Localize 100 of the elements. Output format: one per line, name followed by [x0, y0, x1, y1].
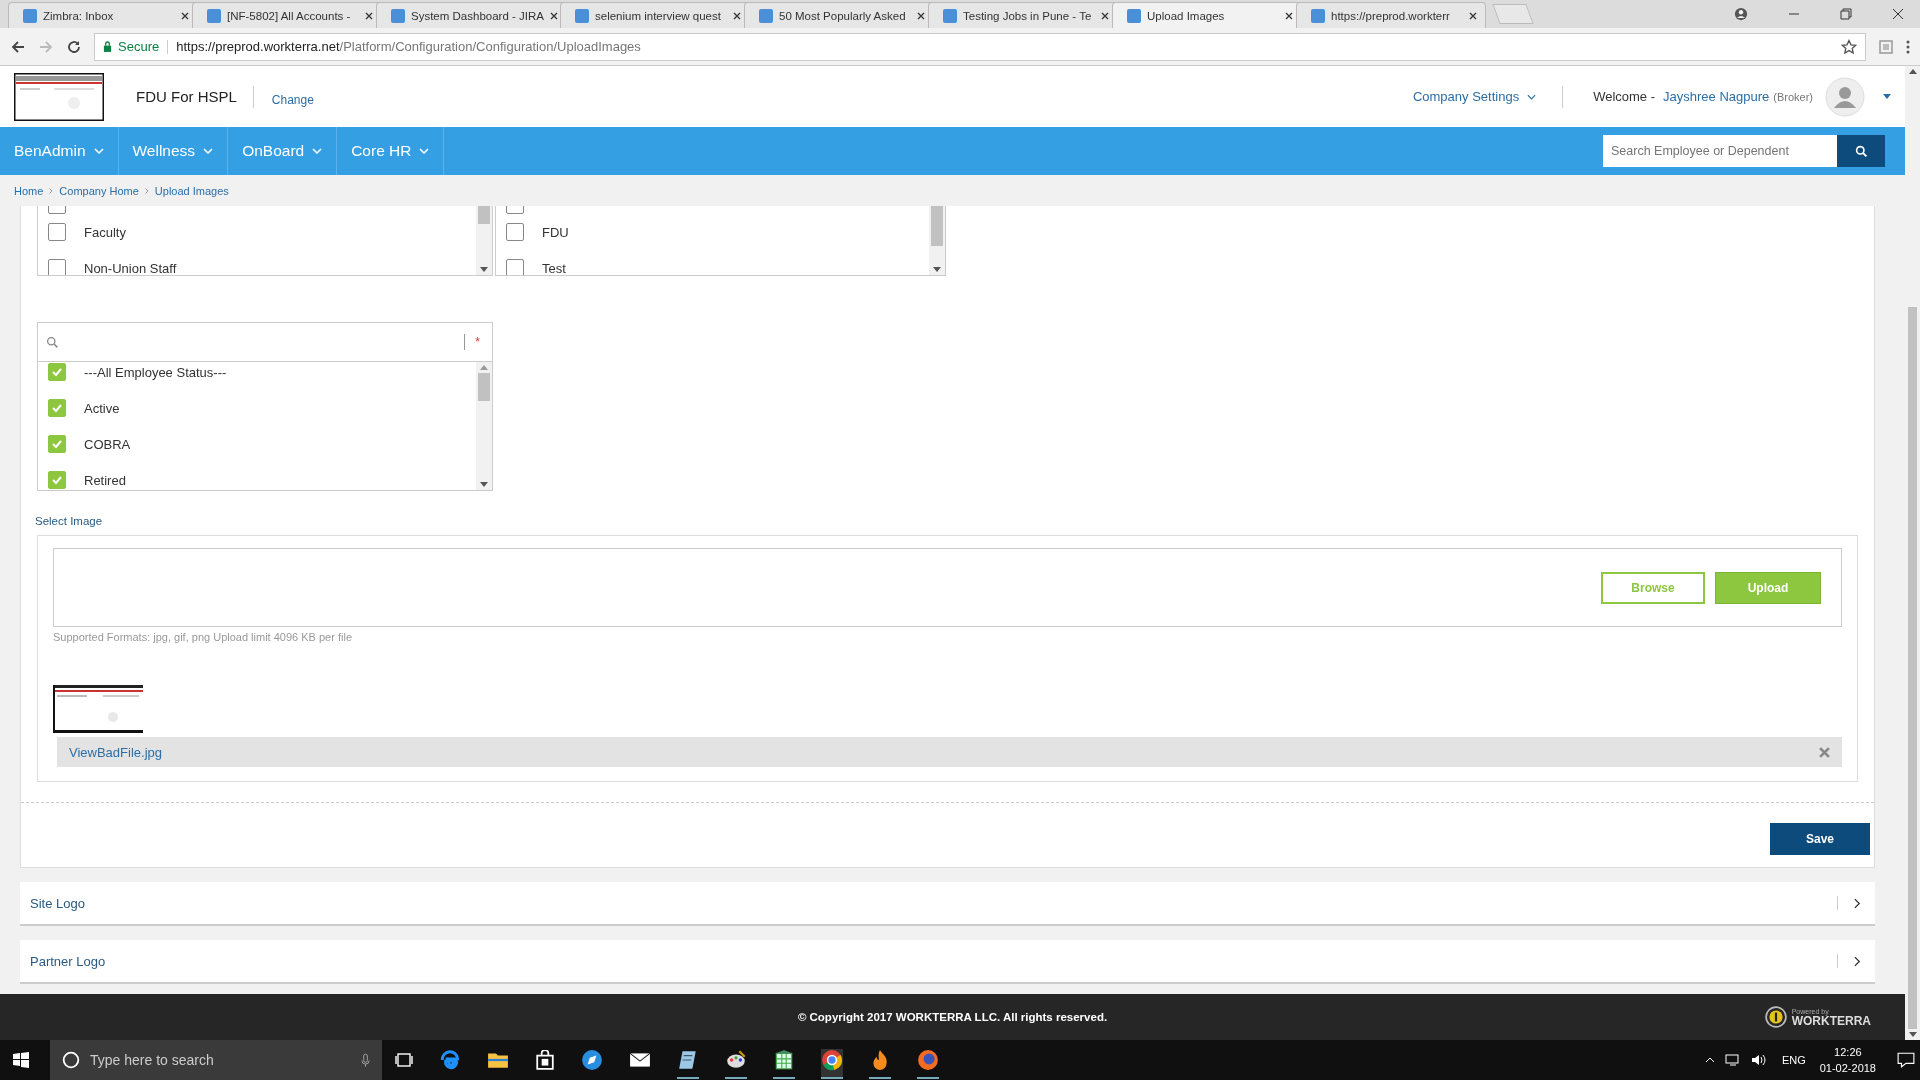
arrow-up-icon[interactable]: [1908, 69, 1917, 74]
chevron-up-icon[interactable]: [1704, 1057, 1715, 1063]
flame-icon[interactable]: [869, 1049, 891, 1079]
scroll-thumb[interactable]: [478, 373, 490, 401]
favicon-icon: [759, 8, 773, 23]
close-icon[interactable]: [1892, 8, 1904, 20]
close-icon[interactable]: [365, 11, 373, 20]
section-label: Select Image: [35, 515, 104, 527]
clock[interactable]: 12:26 01-02-2018: [1819, 1044, 1876, 1076]
checkbox[interactable]: [48, 399, 66, 417]
address-bar[interactable]: Secure https://preprod.workterra.net/Platform/Configuration/Configuration/UploadImages: [94, 32, 1866, 61]
star-icon[interactable]: [1841, 38, 1857, 55]
reload-icon[interactable]: [66, 38, 82, 55]
avatar-icon[interactable]: [1825, 76, 1865, 117]
save-button[interactable]: Save: [1770, 823, 1870, 855]
network-icon[interactable]: [1724, 1053, 1741, 1067]
checkbox[interactable]: [48, 223, 66, 241]
checkbox[interactable]: [48, 363, 66, 381]
scroll-thumb[interactable]: [478, 206, 490, 224]
browser-e-icon[interactable]: [439, 1049, 461, 1071]
chevron-down-icon: [312, 148, 323, 154]
back-icon[interactable]: [10, 38, 26, 55]
checkbox[interactable]: [506, 223, 524, 241]
chevron-down-icon: [203, 148, 214, 154]
language-indicator[interactable]: ENG: [1781, 1054, 1806, 1066]
chevron-down-icon: [419, 148, 430, 154]
close-icon[interactable]: [1285, 11, 1293, 20]
accordion-header[interactable]: Site Logo: [20, 882, 1875, 926]
copyright-text: © Copyright 2017 WORKTERRA LLC. All rights reserved.: [797, 1011, 1108, 1023]
paint-palette-icon[interactable]: [725, 1049, 747, 1079]
windows-start-icon[interactable]: [13, 1052, 29, 1068]
breadcrumb-link[interactable]: Company Home: [59, 184, 139, 197]
change-link[interactable]: Change: [271, 92, 314, 107]
notification-icon[interactable]: [1897, 1051, 1915, 1069]
speaker-icon[interactable]: [1750, 1053, 1767, 1067]
favicon-icon: [1127, 8, 1141, 23]
scrollbar[interactable]: [476, 206, 492, 275]
checkbox[interactable]: [48, 471, 66, 489]
chevron-down-icon: [93, 148, 104, 154]
option-label: ---All Employee Status---: [84, 364, 227, 380]
task-view-icon[interactable]: [395, 1053, 413, 1067]
close-icon[interactable]: [549, 11, 558, 20]
arrow-down-icon[interactable]: [480, 482, 488, 487]
close-icon[interactable]: [1469, 11, 1477, 20]
check-icon: [51, 438, 63, 450]
brand-name: WORKTERRA: [1791, 1014, 1871, 1027]
scroll-thumb[interactable]: [931, 206, 943, 246]
firefox-icon[interactable]: [917, 1049, 939, 1079]
filter-field[interactable]: *: [38, 323, 492, 362]
scrollbar[interactable]: [476, 362, 492, 490]
checkbox[interactable]: [48, 259, 66, 275]
option-label: Retired: [84, 472, 126, 488]
check-icon: [51, 366, 63, 378]
breadcrumb-link[interactable]: Home: [14, 184, 44, 197]
close-icon[interactable]: [181, 11, 189, 20]
menu-icon[interactable]: [1906, 38, 1910, 55]
mail-icon[interactable]: [629, 1052, 651, 1068]
scroll-thumb[interactable]: [1908, 307, 1917, 1029]
user-name-link[interactable]: Jayshree Nagpure: [1663, 89, 1770, 104]
chevron-right-icon: [144, 187, 149, 194]
compass-icon[interactable]: [581, 1049, 603, 1071]
close-icon[interactable]: [733, 11, 741, 20]
option-label: COBRA: [84, 436, 131, 452]
search-icon: [1854, 144, 1868, 158]
checkbox[interactable]: [48, 435, 66, 453]
spreadsheet-icon[interactable]: [773, 1049, 795, 1079]
search-button[interactable]: [1837, 135, 1885, 167]
chrome-icon[interactable]: [821, 1049, 843, 1079]
chevron-right-icon: [1854, 897, 1861, 909]
close-icon[interactable]: [1101, 11, 1109, 20]
restore-icon[interactable]: [1840, 8, 1852, 20]
file-link[interactable]: ViewBadFile.jpg: [69, 744, 162, 760]
accordion-header[interactable]: Partner Logo: [20, 940, 1875, 984]
arrow-down-icon[interactable]: [933, 267, 941, 272]
check-icon: [51, 402, 63, 414]
caret-icon[interactable]: [1883, 94, 1891, 99]
search-field[interactable]: Search Employee or Dependent: [1603, 135, 1837, 167]
close-icon[interactable]: [917, 11, 925, 20]
option-label: Test: [542, 260, 566, 275]
chevron-down-icon: [1527, 93, 1537, 100]
arrow-down-icon[interactable]: [1908, 1032, 1917, 1037]
circle-icon: [62, 1051, 80, 1069]
microphone-icon[interactable]: [361, 1052, 370, 1068]
breadcrumb-link[interactable]: Upload Images: [154, 184, 229, 197]
chevron-right-icon: [49, 187, 54, 194]
profile-icon[interactable]: [1734, 7, 1748, 21]
store-bag-icon[interactable]: [535, 1050, 555, 1070]
checkbox[interactable]: [506, 259, 524, 275]
arrow-down-icon[interactable]: [480, 267, 488, 272]
notepad-icon[interactable]: [677, 1049, 699, 1079]
scrollbar[interactable]: [1905, 66, 1920, 1040]
scrollbar[interactable]: [929, 206, 945, 275]
company-name: FDU For HSPL: [136, 85, 254, 108]
browser-tab[interactable]: https://preprod.workterr: [1296, 2, 1486, 28]
option-label: FDU: [542, 224, 569, 240]
company-settings-menu[interactable]: Company Settings: [1412, 89, 1537, 104]
favicon-icon: [943, 8, 957, 23]
taskbar-search-field[interactable]: Type here to search: [50, 1040, 382, 1080]
folder-icon[interactable]: [487, 1051, 509, 1069]
user-role: (Broker): [1773, 90, 1813, 103]
